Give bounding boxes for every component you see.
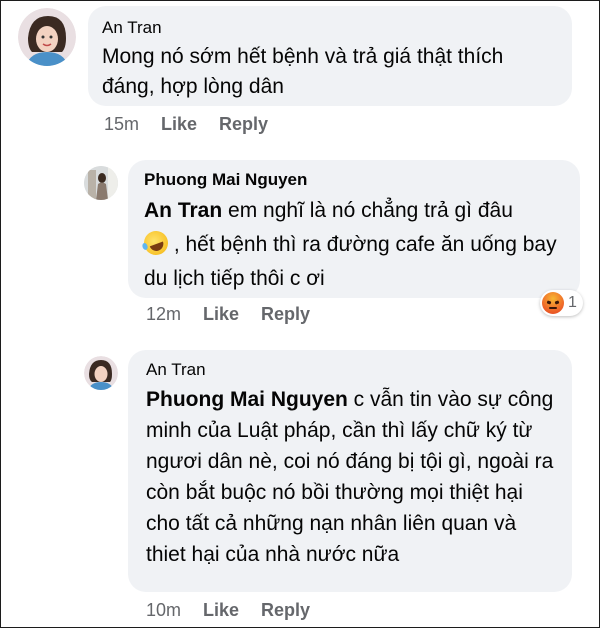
avatar-an-tran[interactable] <box>84 356 118 390</box>
reply-bubble: Phuong Mai Nguyen An Tran em nghĩ là nó … <box>128 160 580 298</box>
comment-bubble: An Tran Mong nó sớm hết bệnh và trả giá … <box>88 6 572 106</box>
like-button[interactable]: Like <box>161 114 197 135</box>
reply-button[interactable]: Reply <box>261 600 310 621</box>
avatar-an-tran[interactable] <box>18 8 76 66</box>
laughing-emoji-icon <box>140 227 172 259</box>
comment-time[interactable]: 15m <box>104 114 139 135</box>
comment-actions: 12m Like Reply <box>146 304 332 325</box>
reaction-count: 1 <box>568 294 577 311</box>
comment-author[interactable]: An Tran <box>146 360 554 380</box>
comment-author[interactable]: Phuong Mai Nguyen <box>144 170 564 190</box>
comment-text: Mong nó sớm hết bệnh và trả giá thật thí… <box>102 45 504 98</box>
like-button[interactable]: Like <box>203 600 239 621</box>
comment-time[interactable]: 10m <box>146 600 181 621</box>
comment-actions: 15m Like Reply <box>104 114 290 135</box>
avatar-phuong-mai-nguyen[interactable] <box>84 166 118 200</box>
reply-bubble: An Tran Phuong Mai Nguyen c vẫn tin vào … <box>128 350 572 592</box>
like-button[interactable]: Like <box>203 304 239 325</box>
comment-time[interactable]: 12m <box>146 304 181 325</box>
reaction-badge[interactable]: 1 <box>540 290 583 316</box>
mention-link[interactable]: Phuong Mai Nguyen <box>146 388 348 411</box>
angry-reaction-icon <box>542 292 564 314</box>
comment-text: Phuong Mai Nguyen c vẫn tin vào sự công … <box>146 384 554 570</box>
comment-text-part: em nghĩ là nó chẳng trả gì đâu <box>222 199 513 222</box>
comment-actions: 10m Like Reply <box>146 600 332 621</box>
comment-text: An Tran em nghĩ là nó chẳng trả gì đâu ,… <box>140 194 564 296</box>
reply-button[interactable]: Reply <box>261 304 310 325</box>
reply-button[interactable]: Reply <box>219 114 268 135</box>
mention-link[interactable]: An Tran <box>144 199 222 222</box>
comment-text-part: , hết bệnh thì ra đường cafe ăn uống bay… <box>144 233 557 290</box>
comment-author[interactable]: An Tran <box>102 18 558 38</box>
comment-text-part: c vẫn tin vào sự công minh của Luật pháp… <box>146 388 554 566</box>
